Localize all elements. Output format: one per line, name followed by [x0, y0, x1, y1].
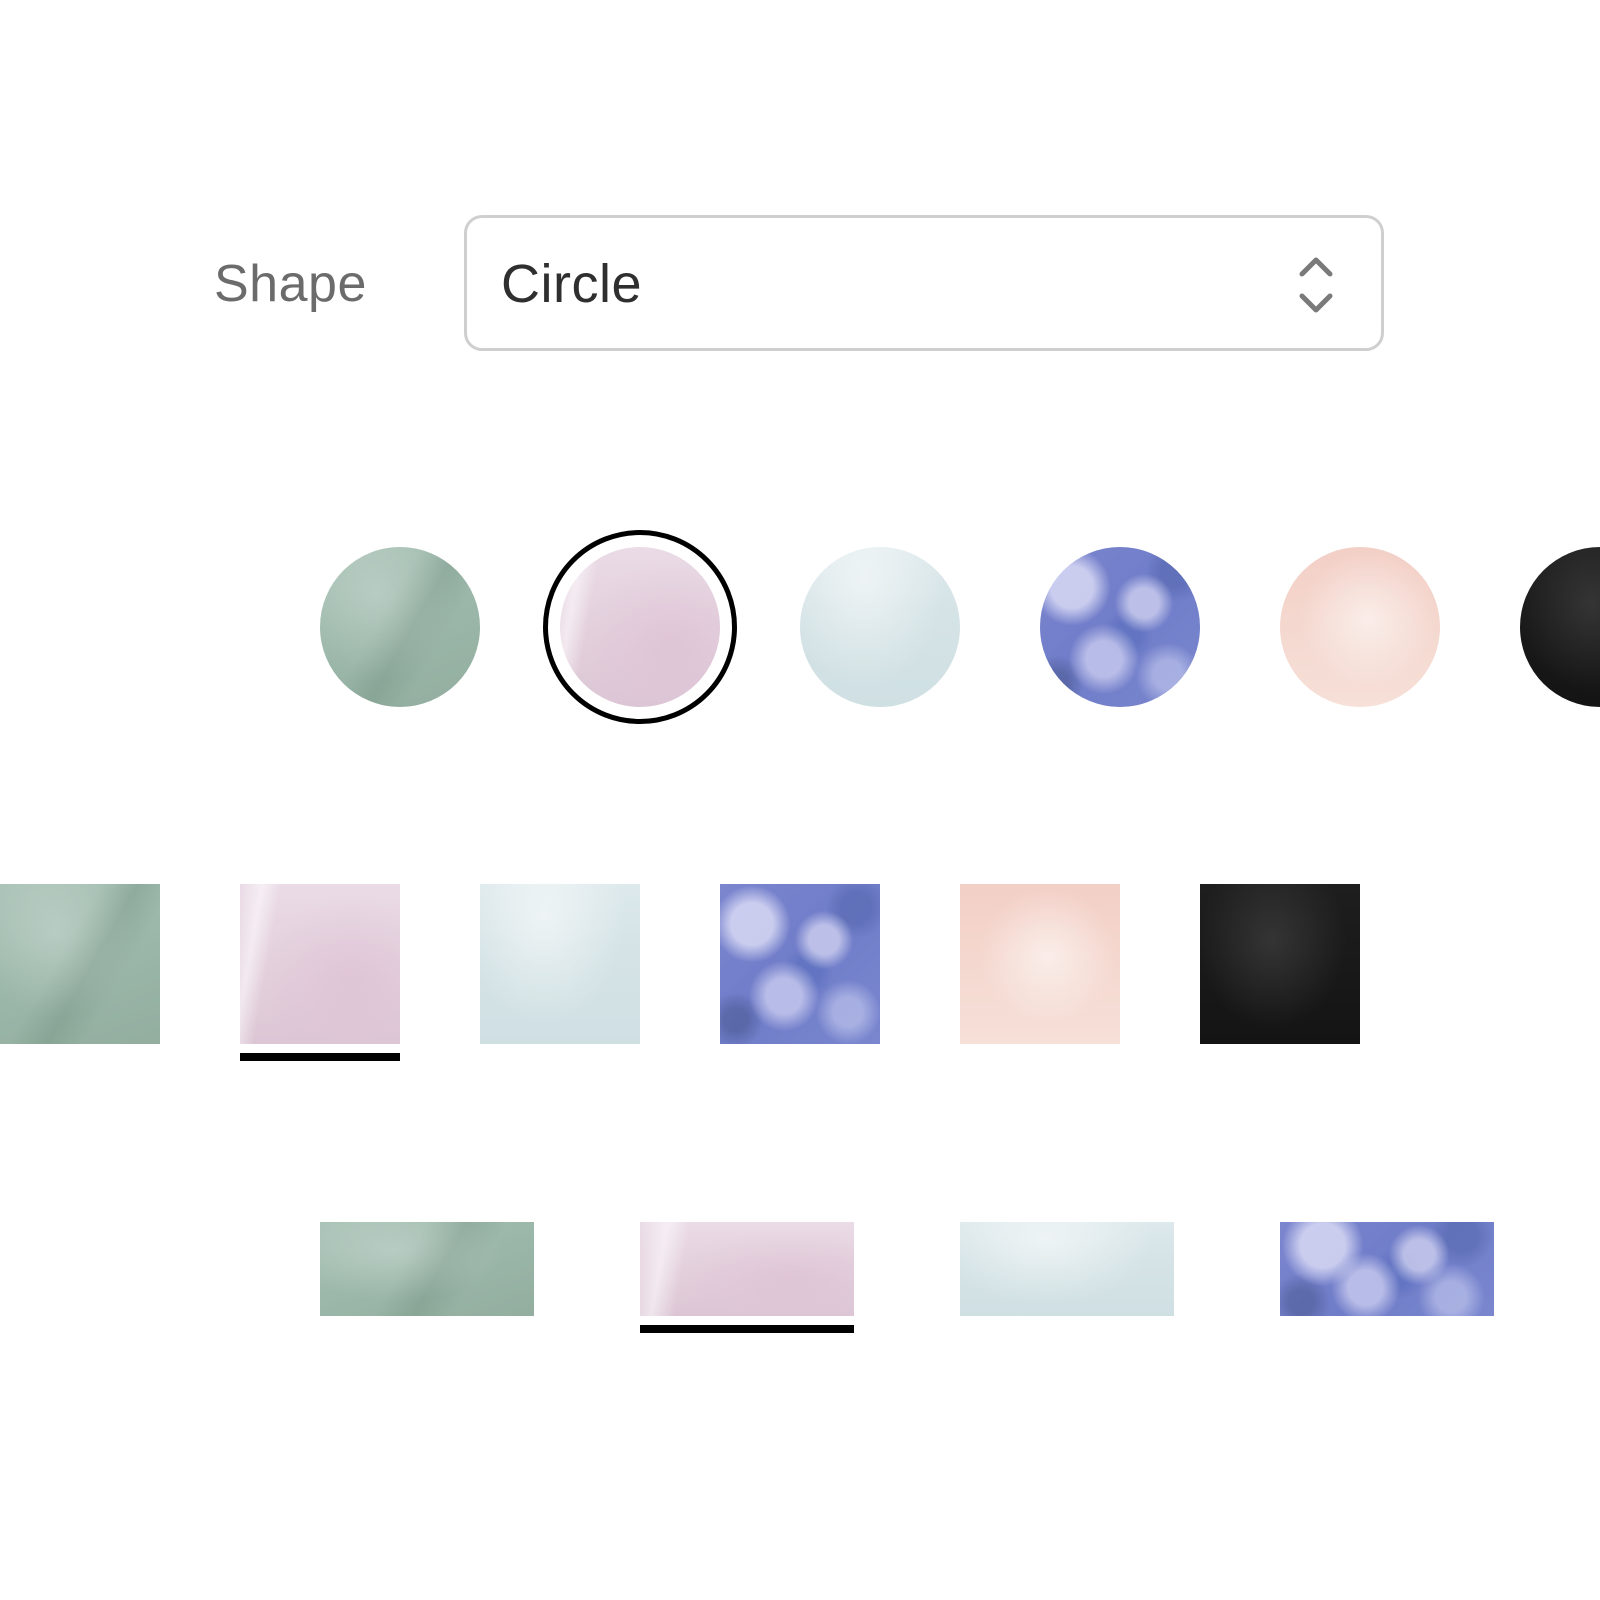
circle-swatch-rose[interactable] [560, 547, 720, 707]
square-swatch-ice[interactable] [480, 884, 640, 1044]
rectangle-swatch-jade[interactable] [320, 1222, 534, 1316]
square-swatch-sodalite[interactable] [720, 884, 880, 1044]
square-swatch-peach[interactable] [960, 884, 1120, 1044]
selected-underline [240, 1053, 400, 1061]
square-swatch-onyx[interactable] [1200, 884, 1360, 1044]
circle-swatch-peach[interactable] [1280, 547, 1440, 707]
shape-select-value: Circle [501, 254, 643, 314]
circle-swatch-onyx[interactable] [1520, 547, 1600, 707]
circle-swatch-jade[interactable] [320, 547, 480, 707]
shape-label: Shape [214, 255, 367, 313]
shape-select[interactable]: Circle [464, 215, 1384, 351]
rectangle-swatch-rose[interactable] [640, 1222, 854, 1316]
circle-swatch-ice[interactable] [800, 547, 960, 707]
rectangle-swatch-sodalite[interactable] [1280, 1222, 1494, 1316]
circle-swatch-sodalite[interactable] [1040, 547, 1200, 707]
square-swatch-jade[interactable] [0, 884, 160, 1044]
selected-underline [640, 1325, 854, 1333]
rectangle-swatch-ice[interactable] [960, 1222, 1174, 1316]
square-swatch-rose[interactable] [240, 884, 400, 1044]
up-down-chevron-icon [1299, 257, 1333, 313]
